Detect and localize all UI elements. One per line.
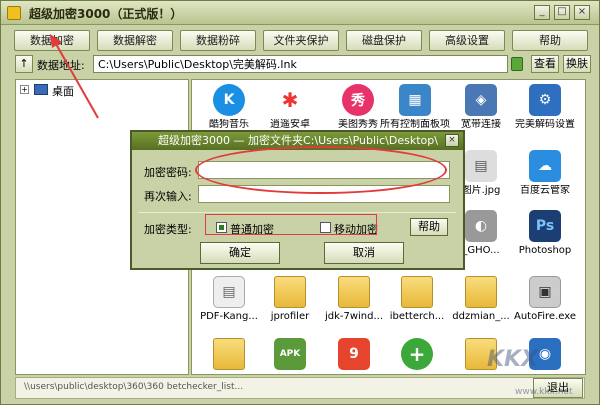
file-label: jdk-7wind... <box>324 311 384 322</box>
file-label: 百度云管家 <box>520 185 570 196</box>
watermark-url: www.kkx.net <box>515 387 573 397</box>
encrypt-dialog: 超级加密3000 — 加密文件夹C:\Users\Public\Desktop\… <box>130 130 465 270</box>
skin-button[interactable]: 换肤 <box>563 55 591 73</box>
dialog-close-button[interactable]: × <box>445 134 459 147</box>
file-label: AutoFire.exe <box>514 311 576 322</box>
encrypt-data-button[interactable]: 数据加密 <box>14 30 90 51</box>
window-title: 超级加密3000（正式版！） <box>29 7 183 21</box>
up-arrow-icon[interactable]: ↑ <box>15 55 33 73</box>
ok-button[interactable]: 确定 <box>200 242 280 264</box>
broadband-connection-icon: ◈ <box>465 84 497 116</box>
desktop-icon <box>34 84 48 95</box>
apk-file-icon: APK <box>274 338 306 370</box>
game-app-icon: 9 <box>338 338 370 370</box>
file-item[interactable]: Ps Photoshop <box>510 210 580 257</box>
address-row: ↑ 数据地址: 查看 换肤 <box>1 54 599 76</box>
folder-icon <box>213 338 245 370</box>
plus-app-icon: + <box>401 338 433 370</box>
dialog-title[interactable]: 超级加密3000 — 加密文件夹C:\Users\Public\Desktop\ <box>132 132 463 150</box>
file-label: Photoshop <box>518 245 572 256</box>
password-input[interactable] <box>198 161 450 179</box>
folder-icon <box>401 276 433 308</box>
advanced-settings-button[interactable]: 高级设置 <box>429 30 505 51</box>
file-item[interactable]: ✱ 逍遥安卓 <box>255 84 325 131</box>
kugou-music-icon: K <box>213 84 245 116</box>
address-input[interactable] <box>93 55 508 73</box>
address-label: 数据地址: <box>37 59 85 72</box>
file-item[interactable]: APK <box>255 338 325 370</box>
title-bar[interactable]: 超级加密3000（正式版！） _ □ × <box>1 1 599 25</box>
mobile-encrypt-checkbox[interactable] <box>320 222 331 233</box>
mobile-encrypt-label[interactable]: 移动加密 <box>334 221 378 237</box>
confirm-password-input[interactable] <box>198 185 450 203</box>
file-label: PDF-Kang... <box>200 311 258 322</box>
image-file-icon: ▤ <box>465 150 497 182</box>
file-item[interactable]: ◈ 宽带连接 <box>446 84 516 131</box>
meitu-icon: 秀 <box>342 84 374 116</box>
app-lock-icon <box>7 6 21 20</box>
folder-icon <box>274 276 306 308</box>
file-item[interactable]: ▣ AutoFire.exe <box>510 276 580 323</box>
dialog-divider <box>138 212 456 213</box>
file-label: ibetterch... <box>389 311 445 322</box>
folder-icon <box>465 276 497 308</box>
file-item[interactable]: jprofiler <box>255 276 325 323</box>
file-item[interactable]: ⚙ 完美解码设置 <box>510 84 580 131</box>
encrypt-type-label: 加密类型: <box>144 223 192 236</box>
watermark-logo: KKX <box>487 347 539 372</box>
decrypt-data-button[interactable]: 数据解密 <box>97 30 173 51</box>
file-item[interactable]: + <box>382 338 452 370</box>
maximize-button[interactable]: □ <box>554 5 570 20</box>
password-label: 加密密码: <box>144 166 192 179</box>
help-button[interactable]: 帮助 <box>512 30 588 51</box>
minimize-button[interactable]: _ <box>534 5 550 20</box>
expand-icon[interactable]: + <box>20 85 29 94</box>
file-item[interactable]: ddzmian_... <box>446 276 516 323</box>
close-button[interactable]: × <box>574 5 590 20</box>
file-item[interactable]: ▤ PDF-Kang... <box>194 276 264 323</box>
dialog-help-button[interactable]: 帮助 <box>410 218 448 236</box>
xiaoyao-android-icon: ✱ <box>274 84 306 116</box>
file-item[interactable]: ☁ 百度云管家 <box>510 150 580 197</box>
go-icon[interactable] <box>511 57 523 71</box>
photoshop-icon: Ps <box>529 210 561 242</box>
exe-file-icon: ▣ <box>529 276 561 308</box>
settings-gear-icon: ⚙ <box>529 84 561 116</box>
folder-protect-button[interactable]: 文件夹保护 <box>263 30 339 51</box>
folder-icon <box>338 276 370 308</box>
disk-protect-button[interactable]: 磁盘保护 <box>346 30 422 51</box>
view-button[interactable]: 查看 <box>531 55 559 73</box>
file-label: 完美解码设置 <box>515 119 575 130</box>
file-item[interactable] <box>194 338 264 370</box>
baidu-cloud-icon: ☁ <box>529 150 561 182</box>
file-label: jprofiler <box>270 311 310 322</box>
file-item[interactable]: ▦ 所有控制面板项 <box>380 84 450 131</box>
cancel-button[interactable]: 取消 <box>324 242 404 264</box>
file-item[interactable]: ibetterch... <box>382 276 452 323</box>
normal-encrypt-checkbox[interactable] <box>216 222 227 233</box>
file-item[interactable]: jdk-7wind... <box>319 276 389 323</box>
normal-encrypt-label[interactable]: 普通加密 <box>230 221 274 237</box>
toolbar: 数据加密 数据解密 数据粉碎 文件夹保护 磁盘保护 高级设置 帮助 <box>1 27 599 53</box>
pdf-file-icon: ▤ <box>213 276 245 308</box>
file-item[interactable]: K 酷狗音乐 <box>194 84 264 131</box>
confirm-password-label: 再次输入: <box>144 190 192 203</box>
file-item[interactable]: 9 <box>319 338 389 370</box>
shred-data-button[interactable]: 数据粉碎 <box>180 30 256 51</box>
file-label: ddzmian_... <box>452 311 510 322</box>
ghost-file-icon: ◐ <box>465 210 497 242</box>
tree-item-desktop[interactable]: 桌面 <box>52 83 74 99</box>
control-panel-icon: ▦ <box>399 84 431 116</box>
